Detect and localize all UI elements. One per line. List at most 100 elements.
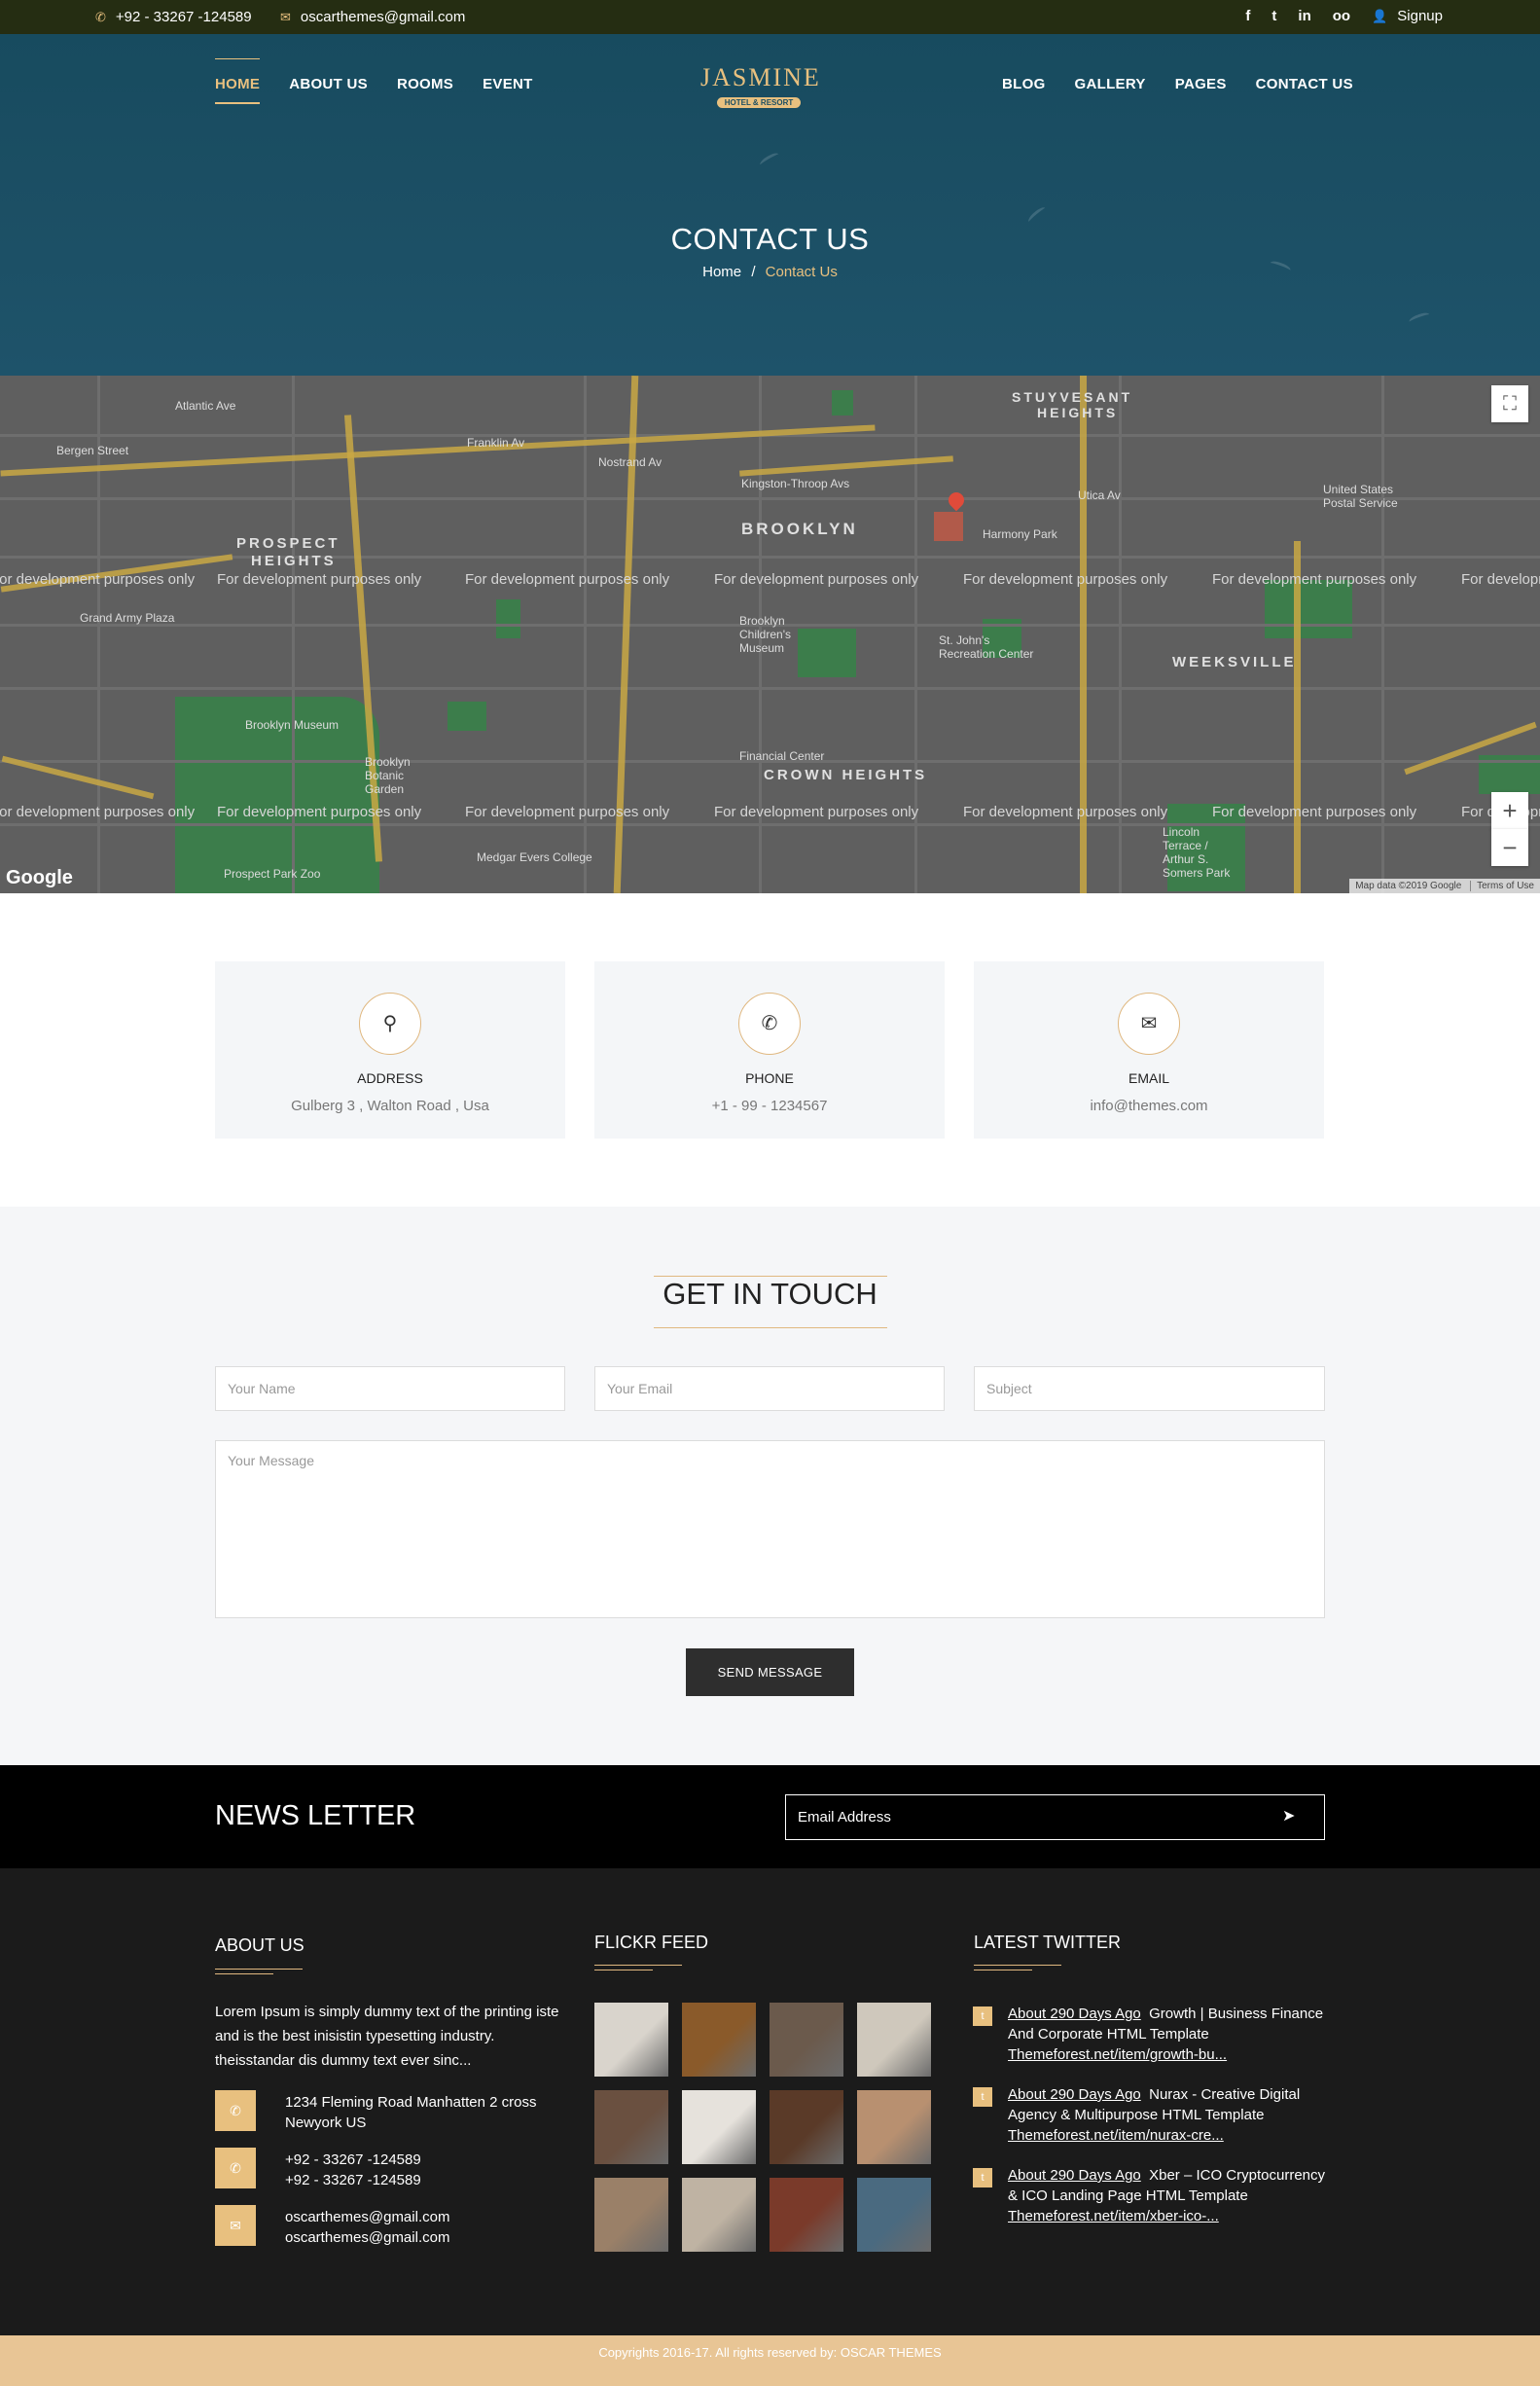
title-divider-bottom bbox=[654, 1327, 887, 1328]
background-bird bbox=[1408, 310, 1431, 326]
nav-blog[interactable]: BLOG bbox=[1002, 76, 1046, 104]
map-zoom-out-button[interactable]: − bbox=[1491, 829, 1528, 866]
flickr-thumbnail[interactable] bbox=[682, 2090, 756, 2164]
tweet-body: About 290 Days Ago Nurax - Creative Digi… bbox=[973, 2084, 1325, 2125]
map-label-medgar: Medgar Evers College bbox=[477, 850, 592, 864]
tweet-link[interactable]: Themeforest.net/item/growth-bu... bbox=[973, 2044, 1325, 2065]
flickr-thumbnail[interactable] bbox=[594, 2090, 668, 2164]
tweet-time[interactable]: About 290 Days Ago bbox=[1008, 2006, 1141, 2022]
map-label-botanic: Brooklyn Botanic Garden bbox=[365, 755, 411, 796]
send-message-button[interactable]: SEND MESSAGE bbox=[686, 1648, 854, 1696]
tweet-link[interactable]: Themeforest.net/item/nurax-cre... bbox=[973, 2125, 1325, 2146]
map-highway bbox=[0, 424, 876, 477]
footer-about-title: ABOUT US bbox=[215, 1935, 304, 1955]
topbar-email[interactable]: ✉ oscarthemes@gmail.com bbox=[280, 9, 465, 25]
footer-phone-line1[interactable]: +92 - 33267 -124589 bbox=[285, 2150, 421, 2170]
footer-twitter-title: LATEST TWITTER bbox=[974, 1933, 1122, 1952]
footer-phones: +92 - 33267 -124589 +92 - 33267 -124589 bbox=[285, 2150, 421, 2190]
social-links: f t in oo 👤 Signup bbox=[1245, 8, 1443, 24]
twitter-icon: t bbox=[973, 2006, 992, 2026]
address-card: ⚲ ADDRESS Gulberg 3 , Walton Road , Usa bbox=[215, 961, 565, 1139]
map-label-street: Bergen Street bbox=[56, 444, 129, 457]
map-dev-watermark: For development purposes only bbox=[1461, 571, 1540, 588]
map-label-financial: Financial Center bbox=[739, 749, 825, 763]
tweet-time[interactable]: About 290 Days Ago bbox=[1008, 2086, 1141, 2103]
tripadvisor-icon[interactable]: oo bbox=[1333, 8, 1350, 24]
footer-address-line2: Newyork US bbox=[285, 2115, 367, 2131]
facebook-icon[interactable]: f bbox=[1245, 8, 1250, 24]
envelope-icon: ✉ bbox=[280, 9, 291, 24]
flickr-thumbnail[interactable] bbox=[770, 2178, 843, 2252]
flickr-thumbnail[interactable] bbox=[857, 2003, 931, 2077]
map-label-heights: HEIGHTS bbox=[1037, 405, 1119, 420]
linkedin-icon[interactable]: in bbox=[1298, 8, 1310, 24]
nav-contact-us[interactable]: CONTACT US bbox=[1256, 76, 1353, 104]
topbar-phone[interactable]: ✆ +92 - 33267 -124589 bbox=[95, 9, 252, 25]
flickr-thumbnail[interactable] bbox=[594, 2003, 668, 2077]
nav-about-us[interactable]: ABOUT US bbox=[289, 76, 368, 104]
copyright-text: Copyrights 2016-17. All rights reserved … bbox=[598, 2345, 942, 2360]
message-textarea[interactable] bbox=[215, 1440, 1325, 1618]
phone-value: +1 - 99 - 1234567 bbox=[711, 1098, 828, 1114]
footer-email-line2[interactable]: oscarthemes@gmail.com bbox=[285, 2227, 449, 2248]
map-zoom-in-button[interactable]: + bbox=[1491, 792, 1528, 829]
email-input[interactable] bbox=[594, 1366, 945, 1411]
footer-address-row: ✆ 1234 Fleming Road Manhatten 2 cross Ne… bbox=[215, 2090, 565, 2133]
flickr-thumbnail[interactable] bbox=[857, 2090, 931, 2164]
breadcrumb-home[interactable]: Home bbox=[702, 264, 741, 280]
footer-flickr-title: FLICKR FEED bbox=[594, 1933, 709, 1952]
nav-gallery[interactable]: GALLERY bbox=[1075, 76, 1146, 104]
envelope-icon: ✉ bbox=[1118, 993, 1180, 1055]
flickr-thumbnail[interactable] bbox=[770, 2003, 843, 2077]
nav-pages[interactable]: PAGES bbox=[1175, 76, 1227, 104]
signup-link[interactable]: 👤 Signup bbox=[1372, 8, 1443, 24]
newsletter-title: NEWS LETTER bbox=[215, 1800, 416, 1831]
envelope-icon: ✉ bbox=[215, 2205, 256, 2246]
map-park bbox=[1265, 580, 1352, 638]
signup-label: Signup bbox=[1397, 8, 1443, 24]
twitter-icon[interactable]: t bbox=[1271, 8, 1276, 24]
flickr-thumbnail[interactable] bbox=[770, 2090, 843, 2164]
nav-rooms[interactable]: ROOMS bbox=[397, 76, 453, 104]
page-header: HOME ABOUT US ROOMS EVENT JASMINE HOTEL … bbox=[0, 34, 1540, 376]
map-attribution: Map data ©2019 Google Terms of Use bbox=[1349, 879, 1540, 893]
map-label-recreation: St. John's Recreation Center bbox=[939, 633, 1034, 661]
main-nav-left: HOME ABOUT US ROOMS EVENT bbox=[215, 58, 533, 104]
footer-phone-line2[interactable]: +92 - 33267 -124589 bbox=[285, 2170, 421, 2190]
map-street bbox=[0, 687, 1540, 690]
map-park bbox=[448, 702, 486, 731]
flickr-thumbnail[interactable] bbox=[682, 2178, 756, 2252]
email-title: EMAIL bbox=[1128, 1070, 1169, 1086]
newsletter-email-input[interactable] bbox=[785, 1794, 1325, 1840]
map-terms-link[interactable]: Terms of Use bbox=[1470, 881, 1534, 891]
tweet-body: About 290 Days Ago Growth | Business Fin… bbox=[973, 2004, 1325, 2044]
map-fullscreen-button[interactable]: ⛶ bbox=[1491, 385, 1528, 422]
map-label-street: Grand Army Plaza bbox=[80, 611, 175, 625]
map-label-childrens: Brooklyn Children's Museum bbox=[739, 614, 791, 655]
nav-home[interactable]: HOME bbox=[215, 58, 261, 104]
tweet-time[interactable]: About 290 Days Ago bbox=[1008, 2167, 1141, 2184]
tweet-link[interactable]: Themeforest.net/item/xber-ico-... bbox=[973, 2206, 1325, 2226]
nav-event[interactable]: EVENT bbox=[483, 76, 533, 104]
paper-plane-icon[interactable]: ➤ bbox=[1282, 1806, 1295, 1826]
subject-input[interactable] bbox=[974, 1366, 1325, 1411]
map-label-brooklyn: BROOKLYN bbox=[741, 520, 858, 538]
map-dev-watermark: For development purposes only bbox=[465, 804, 670, 820]
flickr-thumbnail[interactable] bbox=[682, 2003, 756, 2077]
flickr-thumbnail[interactable] bbox=[594, 2178, 668, 2252]
map-label-prospect: PROSPECT bbox=[236, 535, 340, 552]
footer-email-line1[interactable]: oscarthemes@gmail.com bbox=[285, 2207, 449, 2227]
contact-form-title: GET IN TOUCH bbox=[663, 1277, 877, 1311]
site-logo[interactable]: JASMINE HOTEL & RESORT bbox=[700, 63, 819, 108]
map-label-street: Kingston-Throop Avs bbox=[741, 477, 850, 490]
location-map[interactable]: STUYVESANT HEIGHTS BROOKLYN PROSPECT HEI… bbox=[0, 376, 1540, 893]
name-input[interactable] bbox=[215, 1366, 565, 1411]
address-title: ADDRESS bbox=[357, 1070, 423, 1086]
map-dev-watermark: For development purposes only bbox=[1212, 571, 1417, 588]
footer-email-row: ✉ oscarthemes@gmail.com oscarthemes@gmai… bbox=[215, 2205, 565, 2248]
phone-card: ✆ PHONE +1 - 99 - 1234567 bbox=[594, 961, 945, 1139]
twitter-icon: t bbox=[973, 2168, 992, 2187]
map-pin-icon[interactable] bbox=[945, 488, 968, 512]
flickr-thumbnail[interactable] bbox=[857, 2178, 931, 2252]
map-label-zoo: Prospect Park Zoo bbox=[224, 867, 321, 881]
